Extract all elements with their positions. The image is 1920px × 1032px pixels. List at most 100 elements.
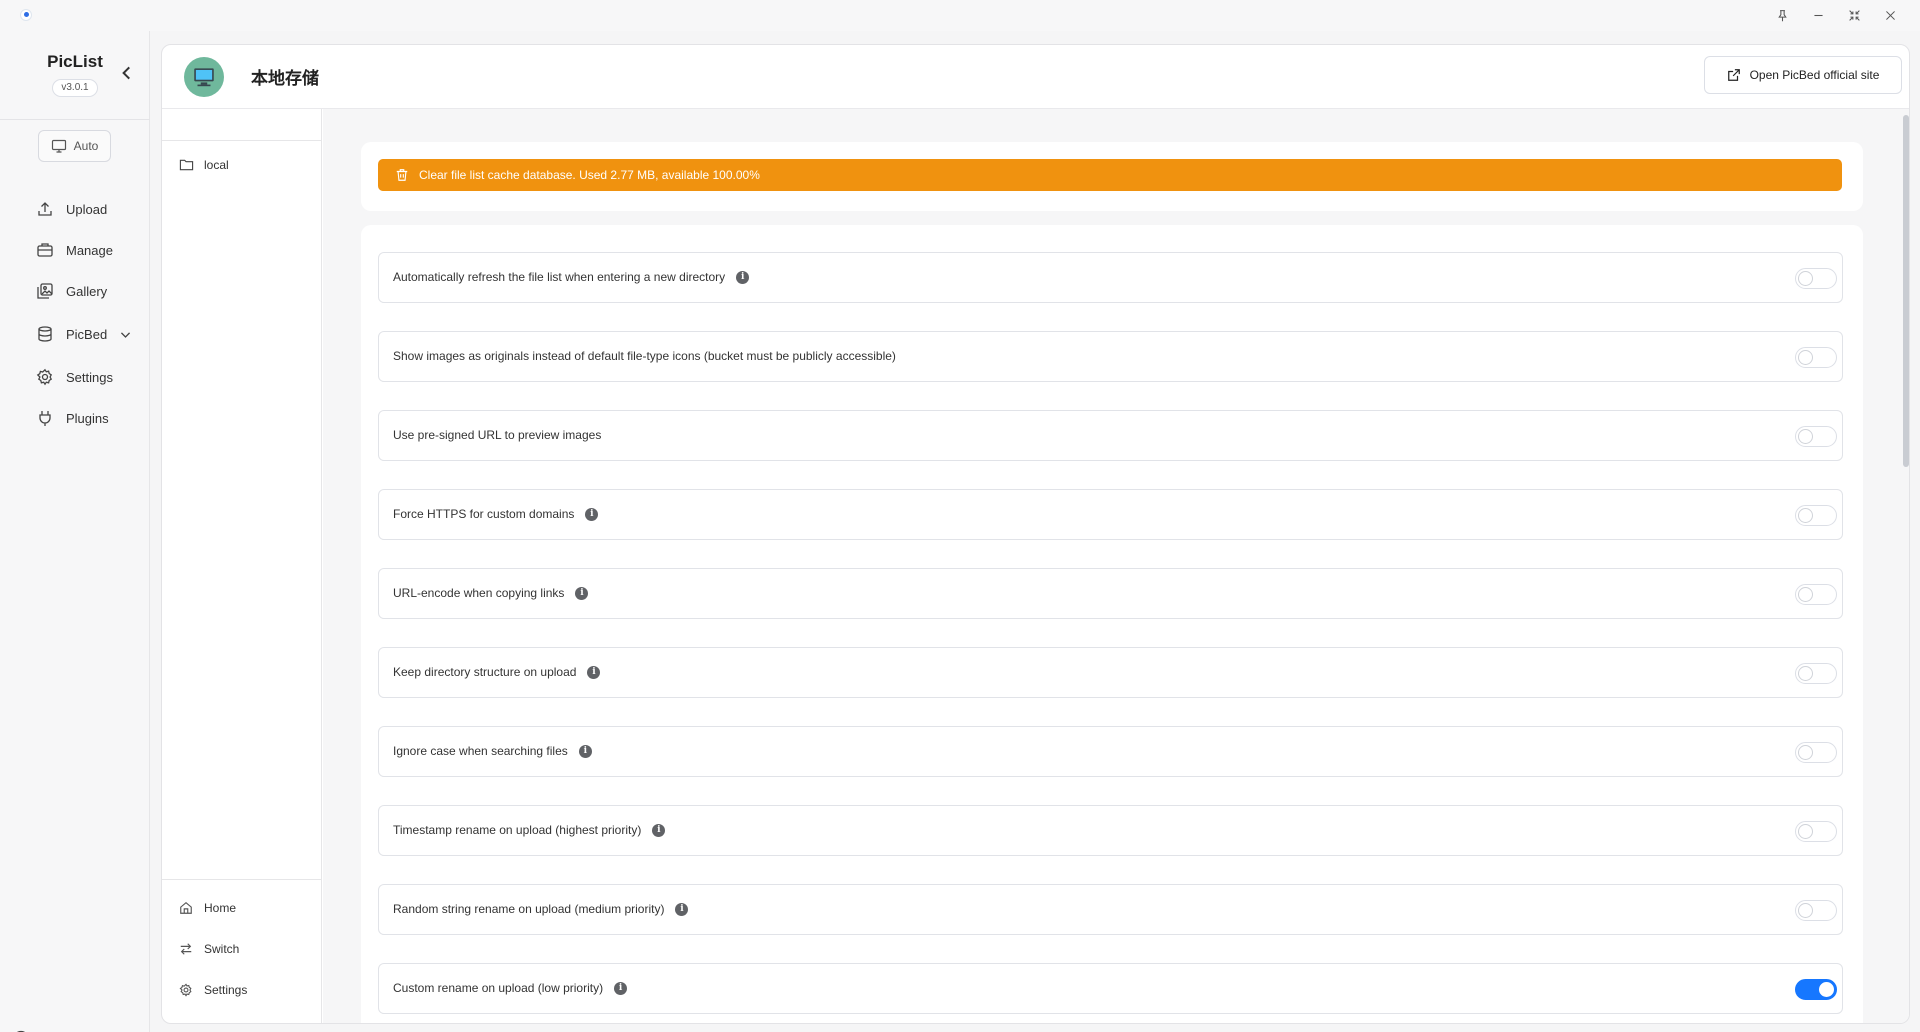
setting-label-text: Random string rename on upload (medium p…: [393, 902, 665, 916]
setting-label-text: URL-encode when copying links: [393, 586, 565, 600]
home-icon: [180, 902, 192, 914]
setting-row: URL-encode when copying links i: [378, 568, 1843, 619]
sidebar-item-label: Manage: [66, 242, 113, 258]
database-icon: [38, 326, 52, 342]
toggle-knob: [1798, 429, 1813, 444]
toggle-knob: [1798, 508, 1813, 523]
setting-toggle[interactable]: [1795, 268, 1837, 289]
info-icon[interactable]: i: [585, 507, 599, 521]
setting-label: Random string rename on upload (medium p…: [393, 902, 689, 916]
setting-toggle[interactable]: [1795, 900, 1837, 921]
setting-label: Ignore case when searching files i: [393, 744, 592, 758]
info-icon[interactable]: i: [587, 665, 601, 679]
open-picbed-site-button[interactable]: Open PicBed official site: [1704, 56, 1902, 94]
setting-label-text: Ignore case when searching files: [393, 744, 568, 758]
bottom-nav-switch[interactable]: Switch: [179, 938, 239, 960]
setting-row: Random string rename on upload (medium p…: [378, 884, 1843, 935]
restore-icon[interactable]: [1840, 3, 1868, 27]
page-title: 本地存储: [251, 69, 319, 88]
setting-label: URL-encode when copying links i: [393, 586, 589, 600]
title-bar: [0, 0, 1920, 31]
sidebar-item-label: Plugins: [66, 410, 109, 426]
setting-label: Force HTTPS for custom domains i: [393, 507, 599, 521]
info-icon[interactable]: i: [578, 744, 592, 758]
setting-toggle[interactable]: [1795, 426, 1837, 447]
bottom-nav-settings[interactable]: Settings: [179, 979, 247, 1001]
close-icon[interactable]: [1876, 3, 1904, 27]
sidebar-item-gallery[interactable]: Gallery: [36, 278, 107, 304]
collapse-sidebar-icon[interactable]: [118, 64, 136, 82]
sidebar-item-upload[interactable]: Upload: [36, 196, 107, 222]
toggle-knob: [1798, 350, 1813, 365]
theme-mode-label: Auto: [73, 139, 99, 153]
setting-label-text: Use pre-signed URL to preview images: [393, 428, 602, 442]
setting-toggle[interactable]: [1795, 663, 1837, 684]
sidebar: PicList v3.0.1 Auto Upload Manage Galler…: [0, 31, 150, 1032]
info-icon[interactable]: i: [652, 823, 666, 837]
setting-toggle[interactable]: [1795, 347, 1837, 368]
manage-icon: [37, 243, 53, 257]
folder-panel-divider: [162, 140, 322, 141]
minimize-icon[interactable]: [1804, 3, 1832, 27]
pin-icon[interactable]: [1768, 3, 1796, 27]
sidebar-item-manage[interactable]: Manage: [36, 237, 113, 263]
setting-row: Ignore case when searching files i: [378, 726, 1843, 777]
clear-cache-label: Clear file list cache database. Used 2.7…: [419, 168, 760, 182]
theme-mode-button[interactable]: Auto: [38, 130, 111, 162]
sidebar-item-label: Gallery: [66, 283, 108, 299]
setting-toggle[interactable]: [1795, 584, 1837, 605]
setting-label: Timestamp rename on upload (highest prio…: [393, 823, 666, 837]
setting-row: Use pre-signed URL to preview images: [378, 410, 1843, 461]
setting-row: Force HTTPS for custom domains i: [378, 489, 1843, 540]
folder-panel: local Home Switch Settings: [162, 109, 322, 1023]
sidebar-item-picbed[interactable]: PicBed: [36, 321, 132, 347]
toggle-knob: [1798, 271, 1813, 286]
info-icon[interactable]: i: [575, 586, 589, 600]
bottom-nav-label: Settings: [204, 983, 248, 997]
chevron-down-icon: [121, 331, 131, 338]
info-icon[interactable]: i: [736, 270, 750, 284]
setting-toggle[interactable]: [1795, 821, 1837, 842]
setting-label: Show images as originals instead of defa…: [393, 349, 896, 363]
sidebar-item-plugins[interactable]: Plugins: [36, 405, 109, 431]
settings-content: Clear file list cache database. Used 2.7…: [323, 109, 1909, 1023]
gallery-icon: [37, 283, 53, 299]
bottom-nav-home[interactable]: Home: [179, 897, 236, 919]
setting-toggle[interactable]: [1795, 505, 1837, 526]
setting-toggle[interactable]: [1795, 979, 1837, 1000]
local-storage-avatar: [184, 57, 224, 97]
setting-toggle[interactable]: [1795, 742, 1837, 763]
toggle-knob: [1798, 587, 1813, 602]
switch-icon: [180, 943, 192, 955]
toggle-knob: [1798, 824, 1813, 839]
cache-card: Clear file list cache database. Used 2.7…: [361, 142, 1863, 211]
setting-label-text: Automatically refresh the file list when…: [393, 270, 726, 284]
setting-label-text: Show images as originals instead of defa…: [393, 349, 896, 363]
folder-icon: [179, 159, 194, 171]
setting-row: Automatically refresh the file list when…: [378, 252, 1843, 303]
info-icon[interactable]: i: [614, 981, 628, 995]
sidebar-item-label: Settings: [66, 369, 113, 385]
gear-icon: [179, 983, 192, 997]
scrollbar-thumb[interactable]: [1903, 115, 1909, 467]
setting-row: Timestamp rename on upload (highest prio…: [378, 805, 1843, 856]
toggle-knob: [1798, 666, 1813, 681]
sidebar-item-settings[interactable]: Settings: [36, 364, 113, 390]
plug-icon: [39, 411, 51, 426]
monitor-icon: [51, 139, 66, 153]
setting-label-text: Force HTTPS for custom domains: [393, 507, 575, 521]
setting-label: Use pre-signed URL to preview images: [393, 428, 601, 442]
bottom-nav-label: Switch: [204, 942, 240, 956]
folder-item-local[interactable]: local: [179, 157, 229, 172]
external-link-icon: [1727, 69, 1740, 81]
setting-row: Show images as originals instead of defa…: [378, 331, 1843, 382]
open-site-label: Open PicBed official site: [1749, 68, 1880, 82]
clear-cache-button[interactable]: Clear file list cache database. Used 2.7…: [378, 159, 1842, 191]
computer-icon: [194, 68, 214, 87]
content-scrollbar[interactable]: [1901, 109, 1909, 1023]
settings-card: Automatically refresh the file list when…: [361, 225, 1863, 1023]
folder-panel-bottom-divider: [162, 879, 322, 880]
sidebar-item-label: PicBed: [66, 326, 108, 342]
info-icon[interactable]: i: [675, 902, 689, 916]
bottom-nav-label: Home: [204, 901, 237, 915]
